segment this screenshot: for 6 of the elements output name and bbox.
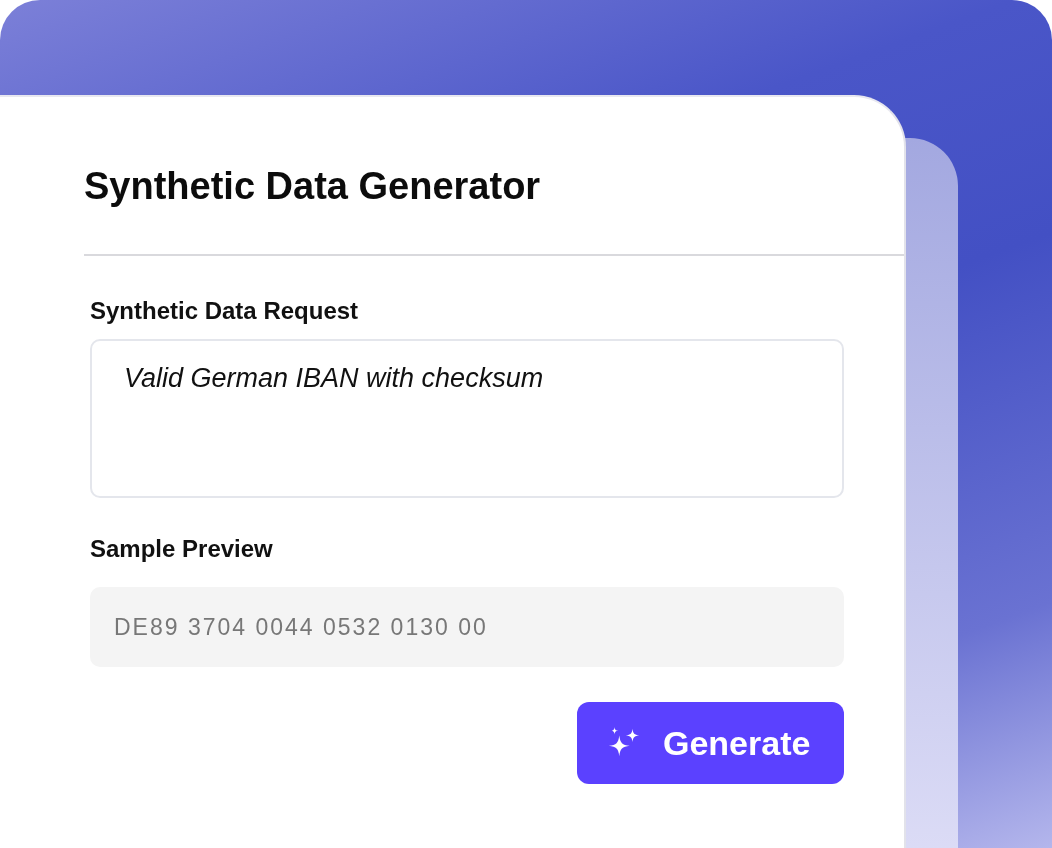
field-label: Sample Preview [90, 534, 274, 564]
sample-preview-field: DE89 3704 0044 0532 0130 00 [90, 587, 844, 667]
generate-button[interactable]: Generate [577, 702, 844, 784]
request-field[interactable]: Valid German IBAN with checksum [90, 339, 844, 498]
app-title: Synthetic Data Generator [84, 164, 542, 209]
field-label: Synthetic Data Request [90, 296, 360, 326]
